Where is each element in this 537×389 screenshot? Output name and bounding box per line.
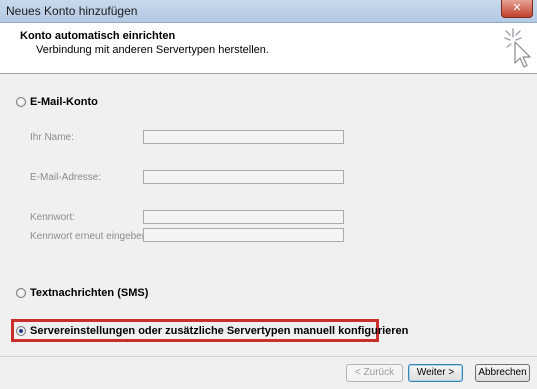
radio-button-selected[interactable] bbox=[16, 326, 26, 336]
next-button[interactable]: Weiter > bbox=[408, 364, 463, 382]
radio-label: Textnachrichten (SMS) bbox=[30, 287, 149, 299]
email-address-label: E-Mail-Adresse: bbox=[30, 172, 102, 183]
radio-button[interactable] bbox=[16, 97, 26, 107]
radio-button[interactable] bbox=[16, 288, 26, 298]
name-field[interactable] bbox=[143, 130, 344, 144]
password-field[interactable] bbox=[143, 210, 344, 224]
wizard-cursor-icon bbox=[504, 28, 531, 68]
back-button[interactable]: < Zurück bbox=[346, 364, 403, 382]
close-icon: ✕ bbox=[512, 1, 522, 14]
wizard-header: Konto automatisch einrichten Verbindung … bbox=[0, 23, 537, 74]
button-separator bbox=[0, 356, 537, 357]
radio-label: Servereinstellungen oder zusätzliche Ser… bbox=[30, 325, 409, 337]
password-repeat-field[interactable] bbox=[143, 228, 344, 242]
password-repeat-label: Kennwort erneut eingeben: bbox=[30, 231, 151, 242]
close-button[interactable]: ✕ bbox=[501, 0, 533, 18]
password-label: Kennwort: bbox=[30, 212, 76, 223]
title-bar[interactable]: Neues Konto hinzufügen ✕ bbox=[0, 0, 537, 23]
window-title: Neues Konto hinzufügen bbox=[6, 4, 138, 18]
radio-email-account[interactable]: E-Mail-Konto bbox=[16, 96, 98, 108]
cancel-button[interactable]: Abbrechen bbox=[475, 364, 530, 382]
header-subtitle: Verbindung mit anderen Servertypen herst… bbox=[36, 44, 269, 56]
add-account-dialog: Neues Konto hinzufügen ✕ Konto automatis… bbox=[0, 0, 537, 389]
name-label: Ihr Name: bbox=[30, 132, 74, 143]
radio-label: E-Mail-Konto bbox=[30, 96, 98, 108]
header-title: Konto automatisch einrichten bbox=[20, 30, 176, 42]
radio-manual-config[interactable]: Servereinstellungen oder zusätzliche Ser… bbox=[16, 325, 408, 337]
radio-sms[interactable]: Textnachrichten (SMS) bbox=[16, 287, 148, 299]
email-field[interactable] bbox=[143, 170, 344, 184]
